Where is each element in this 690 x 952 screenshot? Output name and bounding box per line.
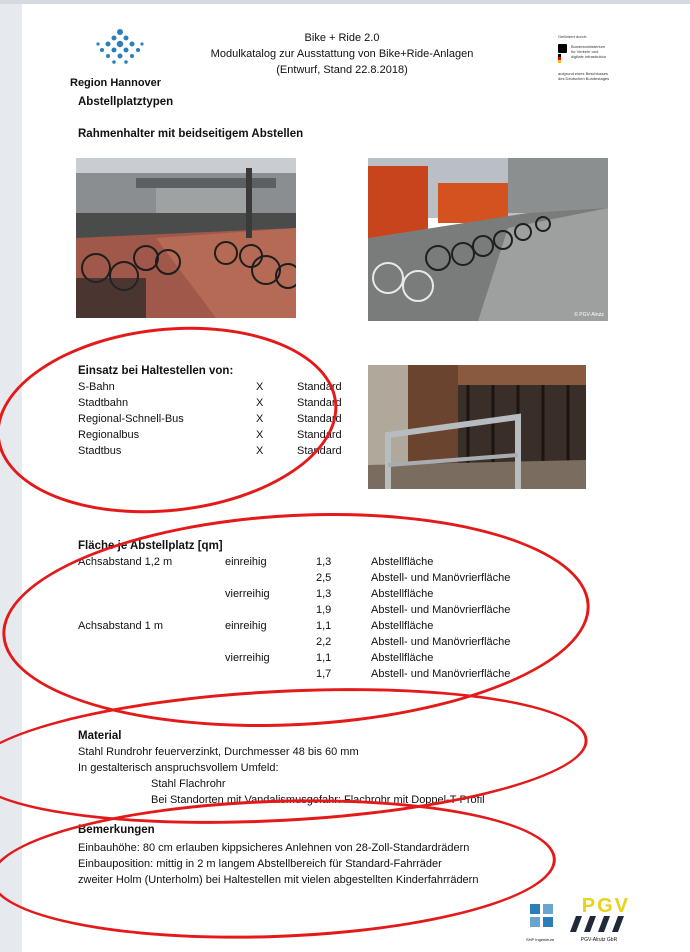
pgv-wordmark: PGV — [581, 895, 630, 917]
funder-bottom-2: des Deutschen Bundestages — [558, 76, 610, 81]
shp-text: SHP Ingenieure — [526, 937, 555, 942]
shp-logo: SHP Ingenieure — [526, 900, 558, 944]
ministry-line-3: digitale Infrastruktur — [571, 54, 607, 59]
funder-top: Gefördert durch: — [558, 34, 588, 39]
pgv-stripes-icon — [570, 916, 624, 932]
shp-logo-icon — [530, 904, 553, 927]
title-line-2: Modulkatalog zur Ausstattung von Bike+Ri… — [210, 48, 474, 60]
pgv-subtext: PGV-Alrutz GbR — [580, 937, 618, 943]
funder-block: Gefördert durch: Bundesministerium für V… — [558, 34, 638, 81]
title-line-3: (Entwurf, Stand 22.8.2018) — [276, 64, 408, 76]
header-title: Bike + Ride 2.0 Modulkatalog zur Ausstat… — [182, 30, 502, 78]
photo-station-bikes — [76, 158, 296, 318]
photo-credit: © PGV-Alrutz — [574, 312, 604, 318]
org-name: Region Hannover — [70, 77, 162, 89]
pgv-logo: PGV PGV-Alrutz GbR — [564, 896, 634, 946]
photo-rack-closeup — [368, 365, 586, 489]
subtitle: Rahmenhalter mit beidseitigem Abstellen — [78, 128, 304, 140]
region-hannover-logo: Region Hannover — [70, 24, 170, 89]
photo-street-bikes: © PGV-Alrutz — [368, 158, 608, 321]
section-title: Abstellplatztypen — [78, 96, 174, 108]
federal-eagle-icon — [558, 44, 568, 63]
title-line-1: Bike + Ride 2.0 — [304, 32, 380, 44]
dots-logo-icon — [96, 29, 144, 64]
